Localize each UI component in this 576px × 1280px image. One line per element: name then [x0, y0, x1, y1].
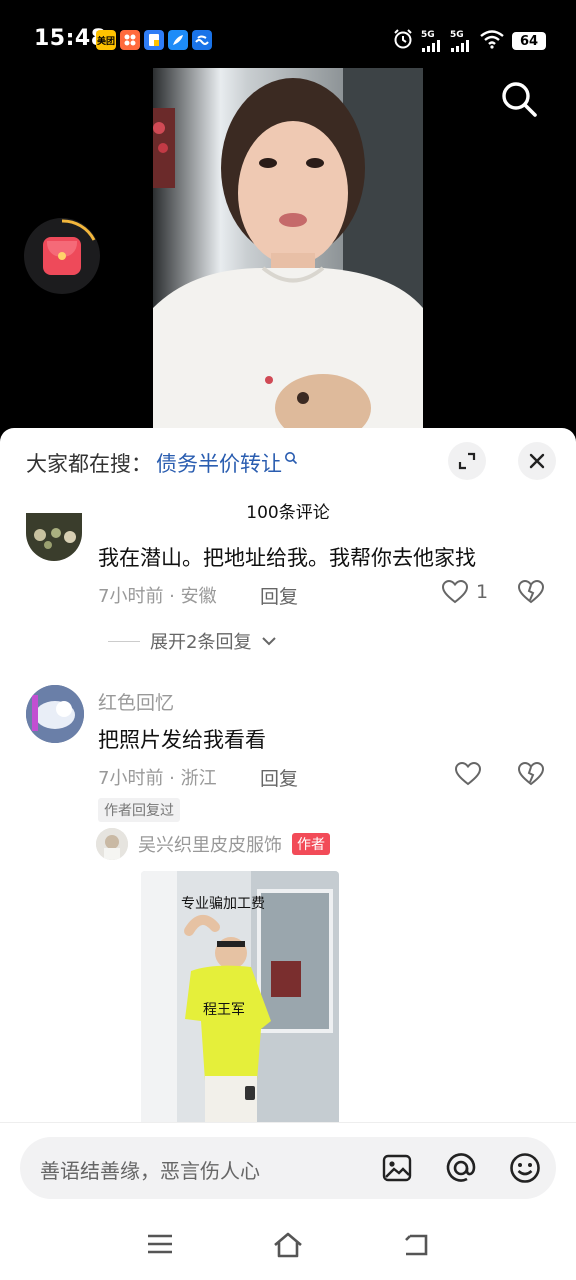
meituan-icon: 美团	[96, 30, 116, 50]
feather-app-icon	[168, 30, 188, 50]
author-replied-tag: 作者回复过	[98, 798, 180, 822]
commenter-avatar[interactable]	[26, 685, 84, 743]
broken-heart-icon	[517, 761, 545, 786]
like-button[interactable]	[455, 762, 481, 786]
signal-icon-1: 5G	[421, 29, 443, 52]
reply-image-caption: 专业骗加工费	[181, 896, 265, 912]
hot-search-prefix: 大家都在搜：	[26, 452, 152, 476]
like-button[interactable]: 1	[442, 580, 488, 604]
comment-location: 浙江	[180, 768, 217, 789]
expand-replies-button[interactable]: 展开2条回复	[108, 628, 277, 654]
menu-icon[interactable]	[146, 1232, 174, 1260]
status-right: 5G 5G 64	[392, 28, 546, 54]
notification-app-icons: 美团	[96, 30, 212, 50]
dislike-button[interactable]	[517, 761, 545, 790]
hot-search-term[interactable]: 债务半价转让	[156, 448, 282, 478]
comment-text: 我在潜山。把地址给我。我帮你去他家找	[98, 546, 476, 570]
emoji-icon[interactable]	[508, 1151, 542, 1185]
comment-text: 把照片发给我看看	[98, 728, 266, 752]
mention-icon[interactable]	[444, 1151, 478, 1185]
battery-indicator: 64	[512, 32, 546, 50]
signal-label-2: 5G	[450, 29, 464, 40]
wifi-icon	[479, 29, 505, 53]
comment-input[interactable]: 善语结善缘，恶言伤人心	[20, 1137, 556, 1199]
video-player[interactable]	[0, 68, 576, 448]
heart-icon	[442, 580, 468, 604]
comments-count-title: 100条评论	[246, 503, 330, 523]
author-avatar[interactable]	[96, 828, 128, 860]
comment-time: 7小时前	[98, 586, 164, 607]
comment-time: 7小时前	[98, 768, 164, 789]
video-frame-image	[153, 68, 423, 448]
author-reply-header: 吴兴织里皮皮服饰 作者	[96, 828, 330, 860]
reply-image-label: 程王军	[203, 1002, 245, 1018]
doc-app-icon	[144, 30, 164, 50]
commenter-avatar[interactable]	[26, 513, 82, 561]
search-icon[interactable]	[500, 80, 538, 122]
expand-icon	[458, 452, 476, 470]
back-icon[interactable]	[402, 1232, 430, 1262]
dislike-button[interactable]	[517, 579, 545, 608]
author-username[interactable]: 吴兴织里皮皮服饰	[138, 831, 282, 857]
signal-icon-2: 5G	[450, 29, 472, 52]
comment-input-bar: 善语结善缘，恶言伤人心	[0, 1122, 576, 1218]
hot-search-banner[interactable]: 大家都在搜： 债务半价转让	[26, 448, 298, 478]
image-picker-icon[interactable]	[380, 1151, 414, 1185]
comment-meta: 7小时前 · 安徽	[98, 586, 217, 607]
status-bar: 15:48 美团 5G 5G 64	[0, 0, 576, 68]
close-icon	[529, 453, 545, 469]
chevron-down-icon	[262, 637, 277, 646]
wave-app-icon	[192, 30, 212, 50]
reply-image[interactable]: 专业骗加工费 程王军	[141, 871, 339, 1131]
reply-button[interactable]: 回复	[260, 764, 298, 791]
reply-button[interactable]: 回复	[260, 582, 298, 609]
author-badge: 作者	[292, 833, 330, 855]
home-icon[interactable]	[272, 1232, 304, 1262]
comment-meta: 7小时前 · 浙江	[98, 768, 217, 789]
video-frame	[153, 68, 423, 448]
comment-input-placeholder: 善语结善缘，恶言伤人心	[40, 1159, 260, 1183]
expand-fullscreen-button[interactable]	[448, 442, 486, 480]
red-packet-icon	[43, 237, 81, 275]
search-icon-small	[285, 452, 298, 465]
signal-label-1: 5G	[421, 29, 435, 40]
like-count: 1	[476, 581, 489, 603]
broken-heart-icon	[517, 579, 545, 604]
expand-replies-label: 展开2条回复	[150, 632, 252, 653]
comment-username[interactable]: 红色回忆	[98, 688, 174, 715]
close-button[interactable]	[518, 442, 556, 480]
divider-line	[108, 640, 140, 642]
red-packet-reward-button[interactable]	[24, 218, 100, 294]
grid-app-icon	[120, 30, 140, 50]
comment-location: 安徽	[180, 586, 217, 607]
heart-icon	[455, 762, 481, 786]
alarm-icon	[392, 28, 414, 54]
system-nav-bar	[0, 1218, 576, 1280]
